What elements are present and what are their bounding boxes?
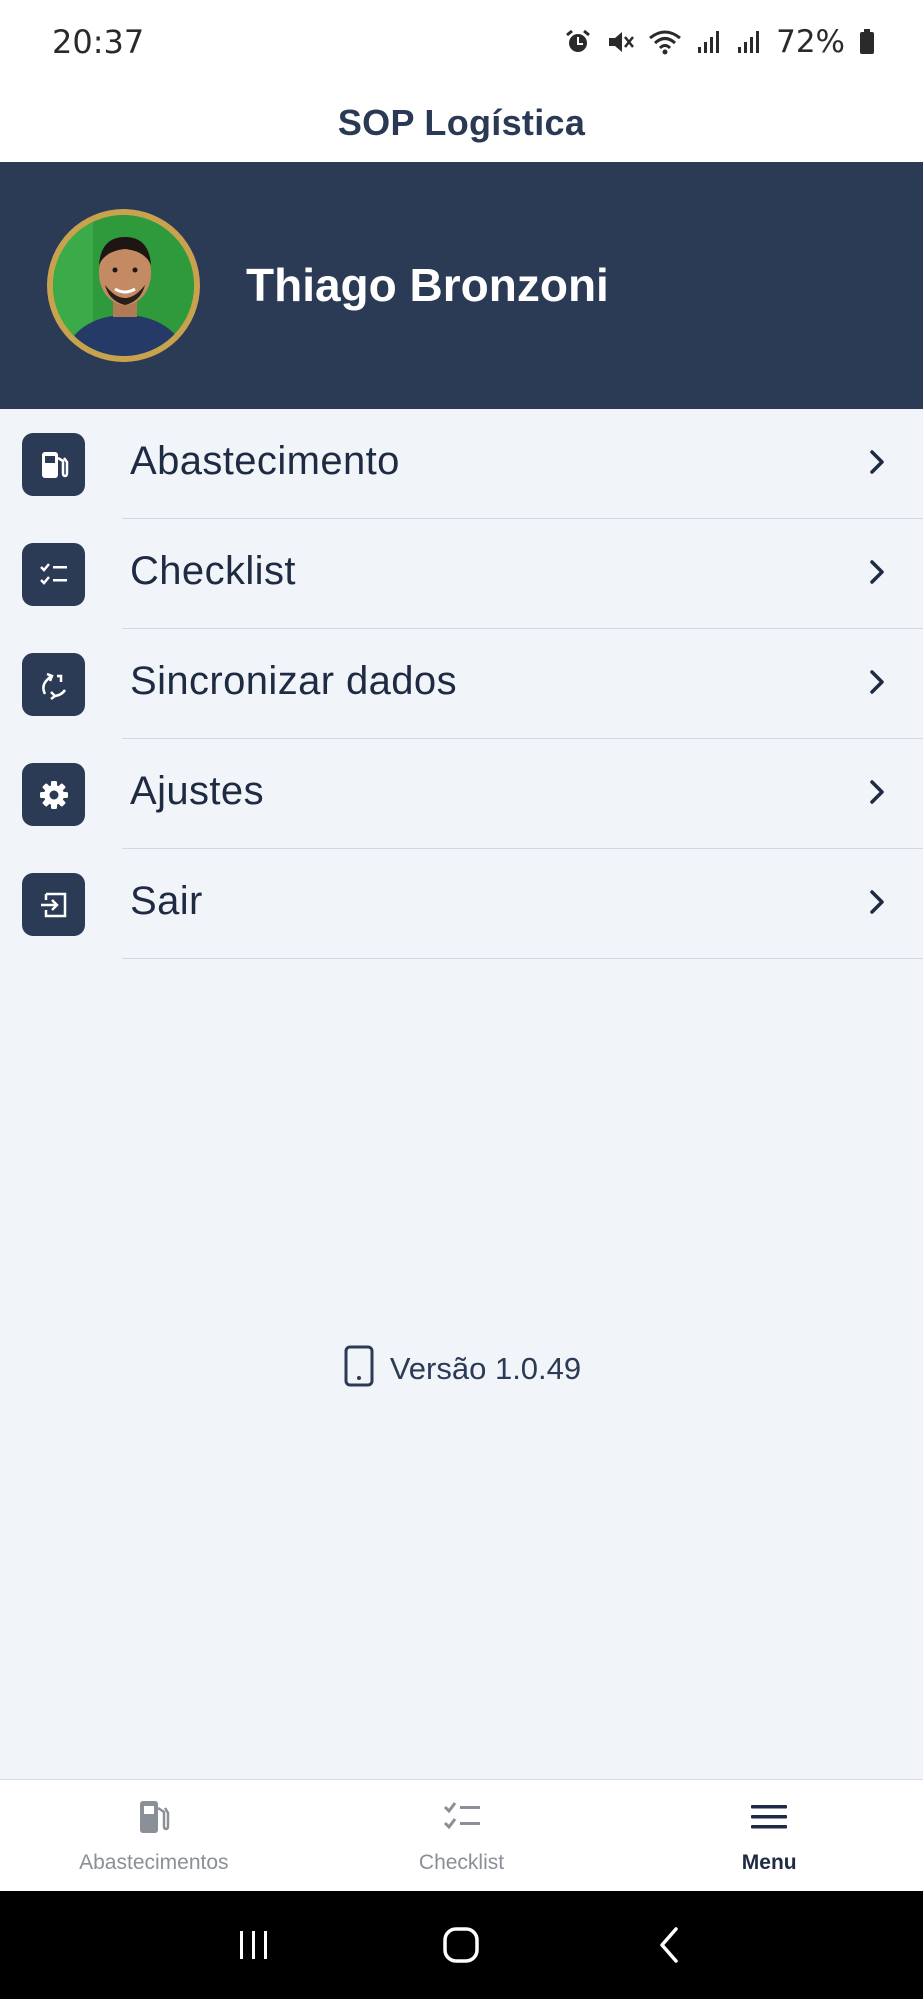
phone-icon xyxy=(342,1344,376,1393)
menu-item-sair[interactable]: Sair xyxy=(0,849,923,959)
status-icons: 72% xyxy=(564,24,875,60)
bottom-nav: Abastecimentos Checklist Menu xyxy=(0,1779,923,1891)
sync-icon xyxy=(22,653,85,716)
nav-tab-abastecimentos[interactable]: Abastecimentos xyxy=(0,1780,308,1891)
chevron-right-icon xyxy=(867,887,887,922)
alarm-icon xyxy=(564,28,592,56)
back-icon[interactable] xyxy=(629,1905,709,1985)
fuel-pump-icon xyxy=(136,1798,172,1841)
menu-item-abastecimento[interactable]: Abastecimento xyxy=(0,409,923,519)
home-icon[interactable] xyxy=(421,1905,501,1985)
avatar[interactable] xyxy=(47,209,200,362)
divider xyxy=(122,958,923,959)
menu-item-label: Sincronizar dados xyxy=(130,659,457,703)
mute-icon xyxy=(606,28,635,56)
menu-item-sincronizar[interactable]: Sincronizar dados xyxy=(0,629,923,739)
menu-item-ajustes[interactable]: Ajustes xyxy=(0,739,923,849)
recent-apps-icon[interactable] xyxy=(214,1905,294,1985)
signal-icon xyxy=(736,29,762,55)
version-text: Versão 1.0.49 xyxy=(389,1350,582,1386)
chevron-right-icon xyxy=(867,557,887,592)
app-title: SOP Logística xyxy=(337,102,586,143)
battery-icon xyxy=(859,28,875,56)
app-header: SOP Logística xyxy=(0,84,923,162)
signal-icon xyxy=(696,29,722,55)
system-nav-bar xyxy=(0,1891,923,1999)
menu-item-label: Sair xyxy=(130,879,203,923)
nav-tab-checklist[interactable]: Checklist xyxy=(308,1780,616,1891)
gear-icon xyxy=(22,763,85,826)
nav-tab-label: Abastecimentos xyxy=(79,1851,229,1874)
checklist-icon xyxy=(442,1798,482,1841)
checklist-icon xyxy=(22,543,85,606)
menu-item-checklist[interactable]: Checklist xyxy=(0,519,923,629)
hamburger-menu-icon xyxy=(749,1798,789,1841)
nav-tab-menu[interactable]: Menu xyxy=(615,1780,923,1891)
battery-percent: 72% xyxy=(776,24,845,60)
wifi-icon xyxy=(648,28,682,56)
menu-list: Abastecimento Checklist Sincronizar dado… xyxy=(0,409,923,959)
avatar-photo xyxy=(53,215,194,356)
chevron-right-icon xyxy=(867,447,887,482)
fuel-pump-icon xyxy=(22,433,85,496)
chevron-right-icon xyxy=(867,777,887,812)
status-bar: 20:37 72% xyxy=(0,0,923,84)
version-info: Versão 1.0.49 xyxy=(0,1344,923,1393)
nav-tab-label: Menu xyxy=(741,1851,797,1874)
nav-tab-label: Checklist xyxy=(418,1851,505,1874)
profile-banner: Thiago Bronzoni xyxy=(0,162,923,409)
menu-item-label: Checklist xyxy=(130,549,296,593)
profile-name: Thiago Bronzoni xyxy=(246,259,609,311)
menu-item-label: Abastecimento xyxy=(130,439,400,483)
status-time: 20:37 xyxy=(52,23,145,61)
menu-item-label: Ajustes xyxy=(130,769,264,813)
logout-icon xyxy=(22,873,85,936)
chevron-right-icon xyxy=(867,667,887,702)
